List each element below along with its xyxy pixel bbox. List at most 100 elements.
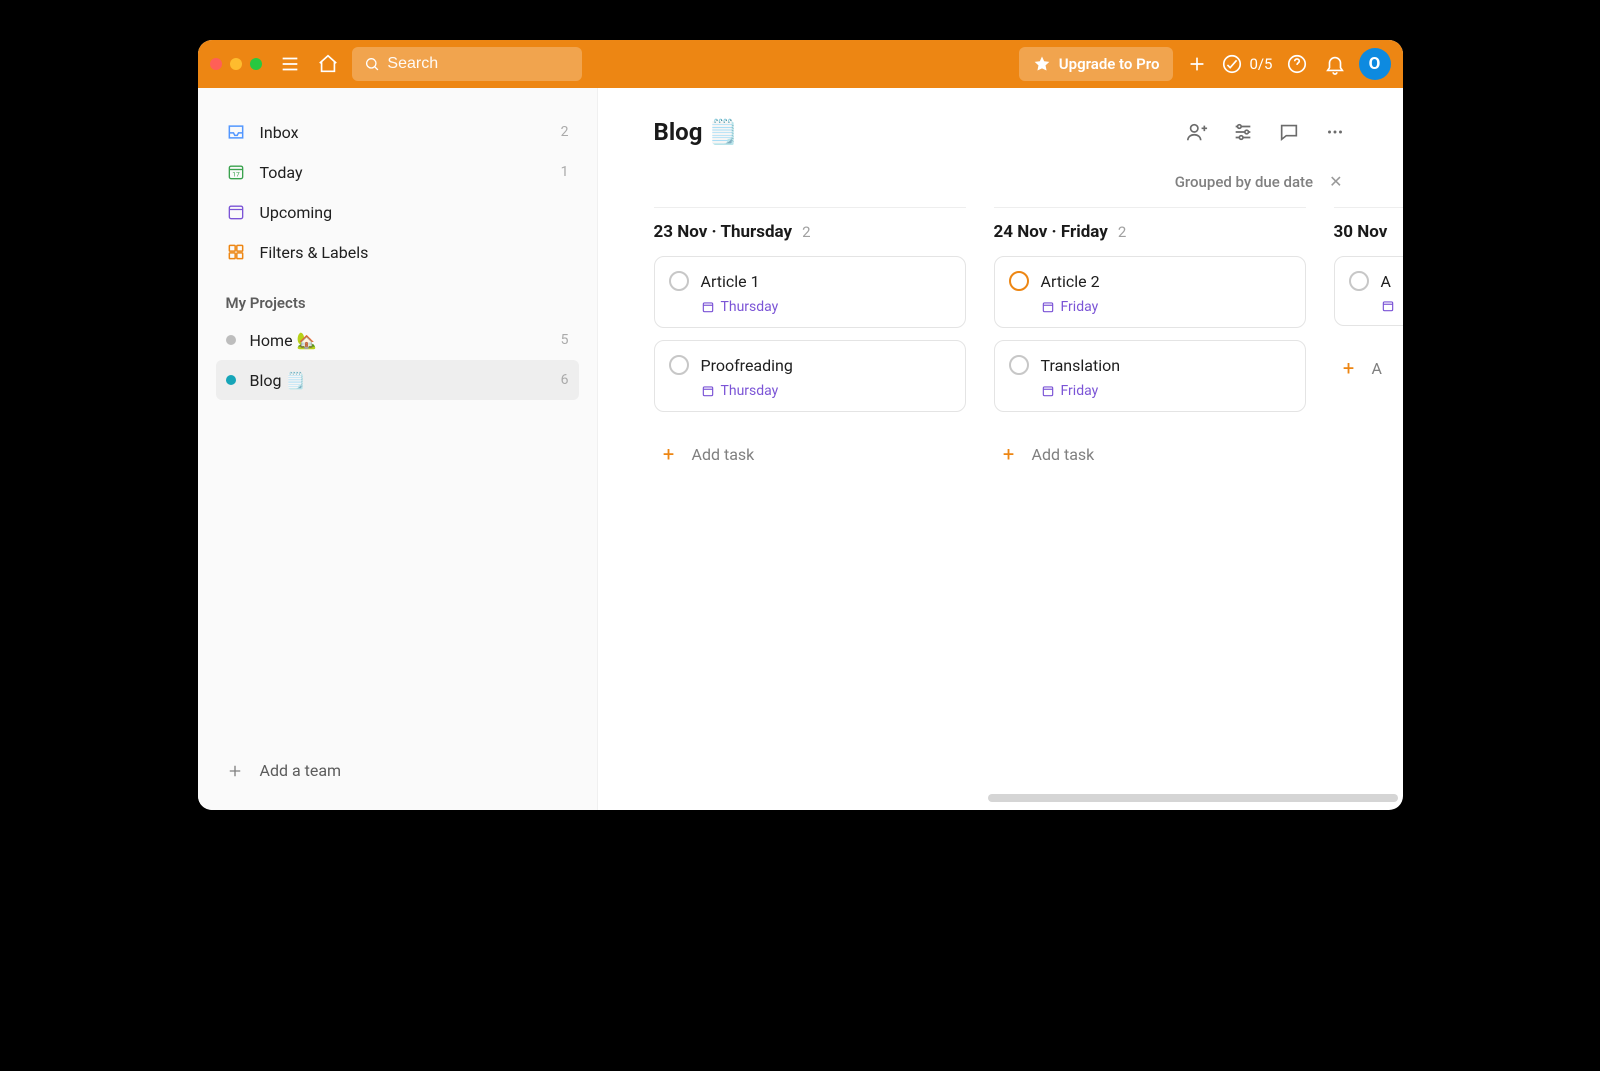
plus-icon <box>226 762 244 780</box>
page-title: Blog 🗒️ <box>654 118 739 146</box>
window-zoom[interactable] <box>250 58 262 70</box>
main-actions <box>1185 120 1347 144</box>
inbox-icon <box>226 122 246 142</box>
task-card[interactable]: Proofreading Thursday <box>654 340 966 412</box>
notifications-button[interactable] <box>1321 50 1349 78</box>
comments-button[interactable] <box>1277 120 1301 144</box>
task-checkbox[interactable] <box>669 355 689 375</box>
board-column: 24 Nov · Friday 2 Article 2 Friday <box>994 207 1306 484</box>
quick-add-button[interactable] <box>1183 50 1211 78</box>
search-icon <box>364 55 380 73</box>
sidebar-item-inbox[interactable]: Inbox 2 <box>216 112 579 152</box>
add-task-button[interactable]: + A <box>1334 338 1403 398</box>
grouping-label[interactable]: Grouped by due date <box>1175 173 1313 191</box>
project-label: Home 🏡 <box>250 331 317 350</box>
filters-icon <box>226 242 246 262</box>
sidebar-item-upcoming[interactable]: Upcoming <box>216 192 579 232</box>
task-checkbox[interactable] <box>1009 271 1029 291</box>
productivity-count: 0/5 <box>1249 55 1272 73</box>
horizontal-scrollbar[interactable] <box>988 794 1398 802</box>
avatar[interactable]: O <box>1359 48 1391 80</box>
column-date: 24 Nov · Friday <box>994 222 1108 242</box>
productivity-button[interactable]: 0/5 <box>1221 53 1272 75</box>
sidebar-item-label: Inbox <box>260 123 299 142</box>
board-column: 23 Nov · Thursday 2 Article 1 Thursday <box>654 207 966 484</box>
task-due-label: Friday <box>1061 299 1099 315</box>
project-item-blog[interactable]: Blog 🗒️ 6 <box>216 360 579 400</box>
board-scroll[interactable]: 23 Nov · Thursday 2 Article 1 Thursday <box>598 207 1403 794</box>
sidebar-item-count: 2 <box>561 124 569 140</box>
projects-list: Home 🏡 5 Blog 🗒️ 6 <box>198 320 597 400</box>
project-color-dot <box>226 375 236 385</box>
task-checkbox[interactable] <box>1009 355 1029 375</box>
project-count: 6 <box>561 372 569 388</box>
task-card[interactable]: A <box>1334 256 1403 326</box>
plus-icon: + <box>1338 356 1360 380</box>
add-team-label: Add a team <box>260 761 342 780</box>
share-button[interactable] <box>1185 120 1209 144</box>
sidebar-item-label: Upcoming <box>260 203 333 222</box>
column-count: 2 <box>802 223 810 241</box>
add-team-button[interactable]: Add a team <box>198 751 597 798</box>
projects-header[interactable]: My Projects <box>198 272 597 320</box>
column-header[interactable]: 23 Nov · Thursday 2 <box>654 207 966 242</box>
app-body: Inbox 2 17 Today 1 Upcoming <box>198 88 1403 810</box>
task-due: Friday <box>1009 383 1289 399</box>
upgrade-button[interactable]: Upgrade to Pro <box>1019 47 1174 81</box>
productivity-icon <box>1221 53 1243 75</box>
task-due: Friday <box>1009 299 1289 315</box>
calendar-icon <box>1041 300 1055 314</box>
main-header: Blog 🗒️ <box>598 88 1403 162</box>
task-title: Article 2 <box>1041 272 1100 291</box>
column-date: 30 Nov <box>1334 222 1388 242</box>
more-button[interactable] <box>1323 120 1347 144</box>
task-due-label: Thursday <box>721 383 779 399</box>
today-icon: 17 <box>226 162 246 182</box>
sidebar-item-filters[interactable]: Filters & Labels <box>216 232 579 272</box>
task-card[interactable]: Article 1 Thursday <box>654 256 966 328</box>
add-task-button[interactable]: + Add task <box>994 424 1306 484</box>
column-date: 23 Nov · Thursday <box>654 222 793 242</box>
task-checkbox[interactable] <box>669 271 689 291</box>
view-options-button[interactable] <box>1231 120 1255 144</box>
window-close[interactable] <box>210 58 222 70</box>
help-button[interactable] <box>1283 50 1311 78</box>
upcoming-icon <box>226 202 246 222</box>
plus-icon: + <box>658 442 680 466</box>
task-due-label: Thursday <box>721 299 779 315</box>
sidebar-item-today[interactable]: 17 Today 1 <box>216 152 579 192</box>
app-header: Upgrade to Pro 0/5 O <box>198 40 1403 88</box>
task-title: Proofreading <box>701 356 793 375</box>
grouping-close[interactable]: ✕ <box>1329 172 1342 191</box>
task-card[interactable]: Article 2 Friday <box>994 256 1306 328</box>
svg-text:17: 17 <box>232 171 240 179</box>
project-label: Blog 🗒️ <box>250 371 306 390</box>
task-title: Translation <box>1041 356 1121 375</box>
main: Blog 🗒️ Grouped by <box>598 88 1403 810</box>
window-minimize[interactable] <box>230 58 242 70</box>
add-task-button[interactable]: + Add task <box>654 424 966 484</box>
calendar-icon <box>1041 384 1055 398</box>
calendar-icon <box>701 384 715 398</box>
board-column: 30 Nov A + <box>1334 207 1403 484</box>
board-columns: 23 Nov · Thursday 2 Article 1 Thursday <box>598 207 1403 508</box>
task-card[interactable]: Translation Friday <box>994 340 1306 412</box>
calendar-icon <box>1381 299 1395 313</box>
add-task-label: Add task <box>692 445 755 464</box>
project-item-home[interactable]: Home 🏡 5 <box>216 320 579 360</box>
search-box[interactable] <box>352 47 582 81</box>
column-header[interactable]: 24 Nov · Friday 2 <box>994 207 1306 242</box>
task-checkbox[interactable] <box>1349 271 1369 291</box>
sidebar-item-count: 1 <box>561 164 569 180</box>
upgrade-label: Upgrade to Pro <box>1059 55 1160 73</box>
nav-list: Inbox 2 17 Today 1 Upcoming <box>198 112 597 272</box>
sidebar: Inbox 2 17 Today 1 Upcoming <box>198 88 598 810</box>
column-header[interactable]: 30 Nov <box>1334 207 1403 242</box>
task-due-label: Friday <box>1061 383 1099 399</box>
sidebar-item-label: Filters & Labels <box>260 243 369 262</box>
project-color-dot <box>226 335 236 345</box>
menu-toggle[interactable] <box>276 50 304 78</box>
search-input[interactable] <box>387 55 569 73</box>
home-button[interactable] <box>314 50 342 78</box>
task-title: A <box>1381 272 1391 291</box>
